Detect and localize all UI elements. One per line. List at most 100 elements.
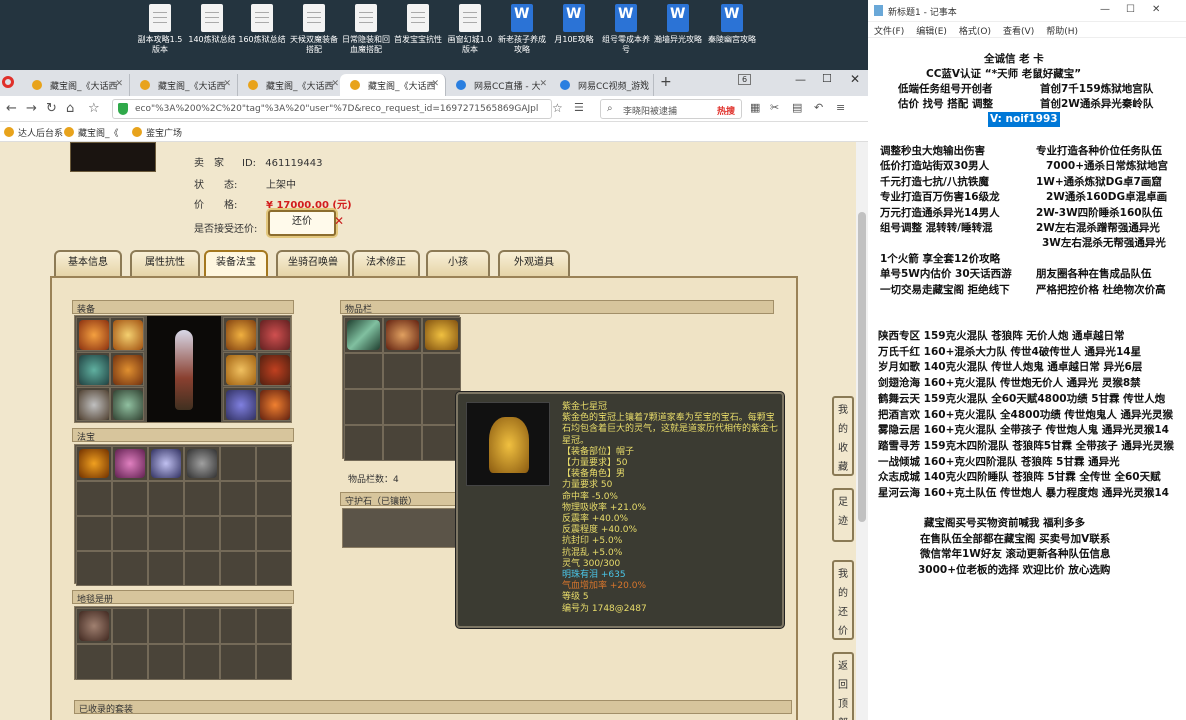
hot-search-label[interactable]: 热搜 <box>717 104 735 117</box>
notepad-menu-item[interactable]: 查看(V) <box>1003 27 1034 37</box>
desktop-icon[interactable]: 160炼狱总结 <box>236 4 288 45</box>
notepad-text-area[interactable]: 全诚信 老 卡 CC蓝V认证 “*天师 老鼠好藏宝” 低端任务组号开创者 首创7千15… <box>868 38 1186 720</box>
new-tab-button[interactable]: + <box>660 74 672 90</box>
item-slot[interactable] <box>256 516 292 551</box>
notepad-menu-item[interactable]: 格式(O) <box>959 27 991 37</box>
side-button-2[interactable]: 我的还价 <box>832 560 854 640</box>
close-icon[interactable]: ✕ <box>334 214 344 228</box>
desktop-icon[interactable]: 副本攻略1.5版本 <box>134 4 186 55</box>
item-slot[interactable] <box>256 608 292 644</box>
notepad-menu-item[interactable]: 编辑(E) <box>916 27 947 37</box>
desktop-icon[interactable]: 140炼狱总结 <box>186 4 238 45</box>
item-slot[interactable] <box>422 317 461 353</box>
item-slot[interactable] <box>220 481 256 516</box>
desktop-icon[interactable]: 日常隐装和回血魔搭配 <box>340 4 392 55</box>
item-slot[interactable] <box>383 389 422 425</box>
window-minimize-icon[interactable]: — <box>795 73 806 86</box>
bookmark-item[interactable]: 鉴宝广场 <box>132 126 182 139</box>
tab-1[interactable]: 属性抗性 <box>130 250 200 276</box>
tab-5[interactable]: 小孩 <box>426 250 490 276</box>
item-slot[interactable] <box>383 425 422 461</box>
item-slot[interactable] <box>76 644 112 680</box>
equip-slot[interactable] <box>110 352 144 386</box>
extensions-icon[interactable]: ▦ <box>750 101 760 114</box>
equip-slot[interactable] <box>110 387 144 421</box>
overflow-icon[interactable]: ≡ <box>836 101 845 114</box>
grid-icon[interactable]: ▤ <box>792 101 802 114</box>
tab-2[interactable]: 装备法宝 <box>204 250 268 276</box>
notepad-menu-item[interactable]: 帮助(H) <box>1046 27 1078 37</box>
item-slot[interactable] <box>344 389 383 425</box>
tab-4[interactable]: 法术修正 <box>352 250 420 276</box>
item-slot[interactable] <box>184 446 220 481</box>
equip-slot[interactable] <box>257 317 291 351</box>
item-slot[interactable] <box>112 446 148 481</box>
page-scrollbar[interactable] <box>856 142 868 720</box>
side-button-1[interactable]: 足迹 <box>832 488 854 542</box>
menu-icon[interactable]: ☰ <box>574 101 584 114</box>
browser-tab[interactable]: 藏宝阁_《大话西 ✕ <box>130 74 238 96</box>
equip-slot[interactable] <box>223 387 257 421</box>
side-button-3[interactable]: 返回顶部 <box>832 652 854 720</box>
notepad-menu-item[interactable]: 文件(F) <box>874 27 904 37</box>
item-slot[interactable] <box>383 353 422 389</box>
bargain-button[interactable]: 还价 <box>268 210 336 236</box>
item-slot[interactable] <box>112 608 148 644</box>
reload-icon[interactable]: ↻ <box>46 101 57 116</box>
equip-slot[interactable] <box>257 352 291 386</box>
desktop-icon[interactable]: 天候双魔装备搭配 <box>288 4 340 55</box>
item-slot[interactable] <box>148 516 184 551</box>
notepad-maximize-icon[interactable]: ☐ <box>1126 4 1135 15</box>
item-slot[interactable] <box>148 644 184 680</box>
equip-slot[interactable] <box>110 317 144 351</box>
item-slot[interactable] <box>148 608 184 644</box>
item-slot[interactable] <box>112 551 148 586</box>
item-slot[interactable] <box>184 608 220 644</box>
bookmark-item[interactable]: 藏宝阁_《 <box>64 126 119 139</box>
item-slot[interactable] <box>184 481 220 516</box>
item-slot[interactable] <box>184 644 220 680</box>
desktop-icon[interactable]: 新老孩子养成攻略 <box>496 4 548 55</box>
item-slot[interactable] <box>422 353 461 389</box>
browser-tab[interactable]: 藏宝阁_《大话西 ✕ <box>22 74 130 96</box>
item-slot[interactable] <box>256 644 292 680</box>
bookmark-star-icon[interactable]: ☆ <box>552 101 563 115</box>
browser-tab[interactable]: 网易CC直播 - 大 ✕ <box>446 74 554 96</box>
forward-icon[interactable]: → <box>26 101 37 116</box>
item-slot[interactable] <box>76 516 112 551</box>
browser-tab[interactable]: 藏宝阁_《大话西 ✕ <box>238 74 346 96</box>
bookmark-item[interactable]: 达人后台系 <box>4 126 63 139</box>
browser-tab[interactable]: 藏宝阁_《大话西 ✕ <box>340 74 446 96</box>
item-slot[interactable] <box>76 446 112 481</box>
tab-0[interactable]: 基本信息 <box>54 250 122 276</box>
item-slot[interactable] <box>112 644 148 680</box>
window-maximize-icon[interactable]: ☐ <box>822 72 832 85</box>
equip-slot[interactable] <box>223 317 257 351</box>
item-slot[interactable] <box>256 551 292 586</box>
url-field[interactable]: eco"%3A%200%2C%20"tag"%3A%20"user"%7D&re… <box>112 99 552 119</box>
item-slot[interactable] <box>344 353 383 389</box>
tab-close-icon[interactable]: ✕ <box>431 79 439 89</box>
tab-close-icon[interactable]: ✕ <box>639 79 647 89</box>
desktop-icon[interactable]: 首发宝宝抗性 <box>392 4 444 45</box>
equip-slot[interactable] <box>257 387 291 421</box>
notepad-close-icon[interactable]: ✕ <box>1152 4 1160 15</box>
tab-close-icon[interactable]: ✕ <box>223 79 231 89</box>
item-slot[interactable] <box>383 317 422 353</box>
desktop-icon[interactable]: 组号零成本养号 <box>600 4 652 55</box>
tab-close-icon[interactable]: ✕ <box>331 79 339 89</box>
notepad-minimize-icon[interactable]: — <box>1100 4 1110 15</box>
item-slot[interactable] <box>112 516 148 551</box>
item-slot[interactable] <box>220 446 256 481</box>
item-slot[interactable] <box>220 516 256 551</box>
browser-tab[interactable]: 网易CC视频_游戏 ✕ <box>550 74 654 96</box>
item-slot[interactable] <box>220 551 256 586</box>
cut-icon[interactable]: ✂ <box>770 101 779 114</box>
item-slot[interactable] <box>184 516 220 551</box>
equip-slot[interactable] <box>76 352 110 386</box>
item-slot[interactable] <box>148 551 184 586</box>
desktop-icon[interactable]: 月10E攻略 <box>548 4 600 45</box>
item-slot[interactable] <box>184 551 220 586</box>
item-slot[interactable] <box>220 644 256 680</box>
tab-count-badge[interactable]: 6 <box>738 74 752 85</box>
